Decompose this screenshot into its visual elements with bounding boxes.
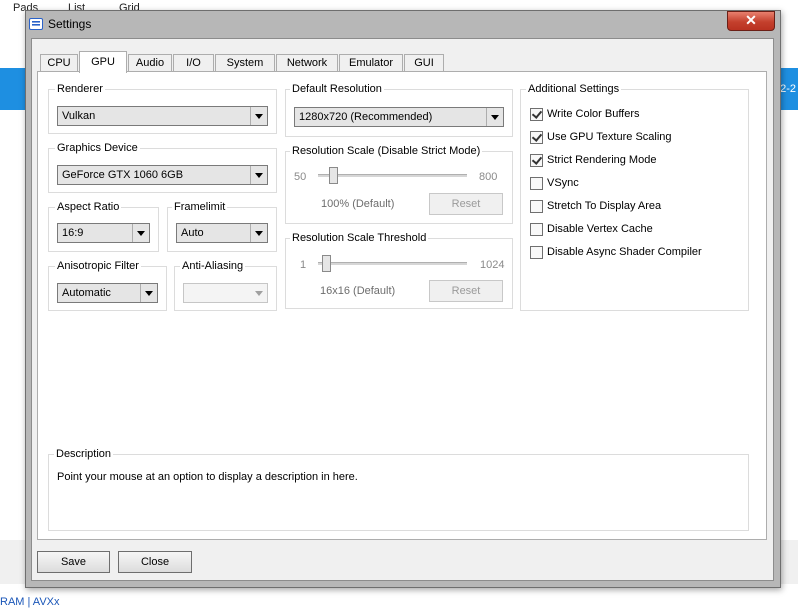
renderer-value: Vulkan — [62, 110, 96, 122]
stretch-to-display-checkbox[interactable] — [530, 200, 543, 213]
background-status-text: RAM | AVXx — [0, 596, 60, 608]
framelimit-value: Auto — [181, 227, 204, 239]
resolution-scale-label: Resolution Scale (Disable Strict Mode) — [290, 145, 483, 157]
graphics-device-label: Graphics Device — [55, 142, 140, 154]
resolution-threshold-track[interactable] — [318, 262, 467, 265]
tab-emulator[interactable]: Emulator — [339, 54, 403, 72]
chevron-down-icon — [132, 224, 149, 242]
chevron-down-icon — [251, 284, 267, 302]
anisotropic-filter-select[interactable]: Automatic — [57, 283, 158, 303]
tab-system[interactable]: System — [215, 54, 275, 72]
default-resolution-select[interactable]: 1280x720 (Recommended) — [294, 107, 504, 127]
resolution-threshold-reset-button[interactable]: Reset — [429, 280, 503, 302]
resolution-scale-threshold-label: Resolution Scale Threshold — [290, 232, 429, 244]
resolution-threshold-max: 1024 — [480, 259, 505, 271]
tab-io[interactable]: I/O — [173, 54, 214, 72]
chevron-down-icon — [140, 284, 157, 302]
description-group — [48, 454, 749, 531]
resolution-scale-min: 50 — [294, 171, 307, 183]
write-color-buffers-label: Write Color Buffers — [547, 108, 640, 120]
app-icon — [29, 18, 43, 30]
resolution-threshold-slider-thumb[interactable] — [322, 255, 332, 272]
vsync-label: VSync — [547, 177, 579, 189]
resolution-scale-slider-thumb[interactable] — [329, 167, 339, 184]
additional-settings-label: Additional Settings — [526, 83, 622, 95]
disable-async-shader-label: Disable Async Shader Compiler — [547, 246, 702, 258]
gpu-texture-scaling-label: Use GPU Texture Scaling — [547, 131, 672, 143]
strict-rendering-mode-label: Strict Rendering Mode — [547, 154, 657, 166]
resolution-scale-track[interactable] — [318, 174, 467, 177]
tab-gui[interactable]: GUI — [404, 54, 444, 72]
framelimit-select[interactable]: Auto — [176, 223, 268, 243]
chevron-down-icon — [250, 107, 267, 125]
close-window-button[interactable]: ✕ — [727, 11, 775, 31]
vsync-checkbox[interactable] — [530, 177, 543, 190]
aspect-ratio-value: 16:9 — [62, 227, 84, 239]
aspect-ratio-select[interactable]: 16:9 — [57, 223, 150, 243]
stretch-to-display-label: Stretch To Display Area — [547, 200, 662, 212]
anti-aliasing-label: Anti-Aliasing — [180, 260, 246, 272]
tab-audio[interactable]: Audio — [128, 54, 172, 72]
renderer-select[interactable]: Vulkan — [57, 106, 268, 126]
strict-rendering-mode-checkbox[interactable] — [530, 154, 543, 167]
graphics-device-select[interactable]: GeForce GTX 1060 6GB — [57, 165, 268, 185]
framelimit-label: Framelimit — [172, 201, 228, 213]
disable-vertex-cache-checkbox[interactable] — [530, 223, 543, 236]
save-button[interactable]: Save — [37, 551, 110, 573]
anisotropic-filter-value: Automatic — [62, 287, 111, 299]
aspect-ratio-label: Aspect Ratio — [55, 201, 122, 213]
resolution-scale-reset-button[interactable]: Reset — [429, 193, 503, 215]
gpu-texture-scaling-checkbox[interactable] — [530, 131, 543, 144]
resolution-scale-max: 800 — [479, 171, 498, 183]
graphics-device-value: GeForce GTX 1060 6GB — [62, 169, 184, 181]
write-color-buffers-checkbox[interactable] — [530, 108, 543, 121]
description-text: Point your mouse at an option to display… — [57, 471, 358, 483]
description-label: Description — [54, 448, 114, 460]
disable-vertex-cache-label: Disable Vertex Cache — [547, 223, 653, 235]
chevron-down-icon — [250, 166, 267, 184]
close-button[interactable]: Close — [118, 551, 192, 573]
disable-async-shader-checkbox[interactable] — [530, 246, 543, 259]
resolution-threshold-min: 1 — [300, 259, 307, 271]
resolution-scale-value: 100% (Default) — [321, 198, 395, 210]
resolution-threshold-value: 16x16 (Default) — [320, 285, 396, 297]
close-icon: ✕ — [745, 12, 757, 28]
default-resolution-value: 1280x720 (Recommended) — [299, 111, 433, 123]
tab-network[interactable]: Network — [276, 54, 338, 72]
chevron-down-icon — [250, 224, 267, 242]
anisotropic-filter-label: Anisotropic Filter — [55, 260, 141, 272]
chevron-down-icon — [486, 108, 503, 126]
window-title: Settings — [48, 17, 92, 31]
renderer-label: Renderer — [55, 83, 105, 95]
tab-cpu[interactable]: CPU — [40, 54, 78, 72]
tab-gpu[interactable]: GPU — [79, 51, 127, 73]
default-resolution-label: Default Resolution — [290, 83, 384, 95]
anti-aliasing-select[interactable] — [183, 283, 268, 303]
